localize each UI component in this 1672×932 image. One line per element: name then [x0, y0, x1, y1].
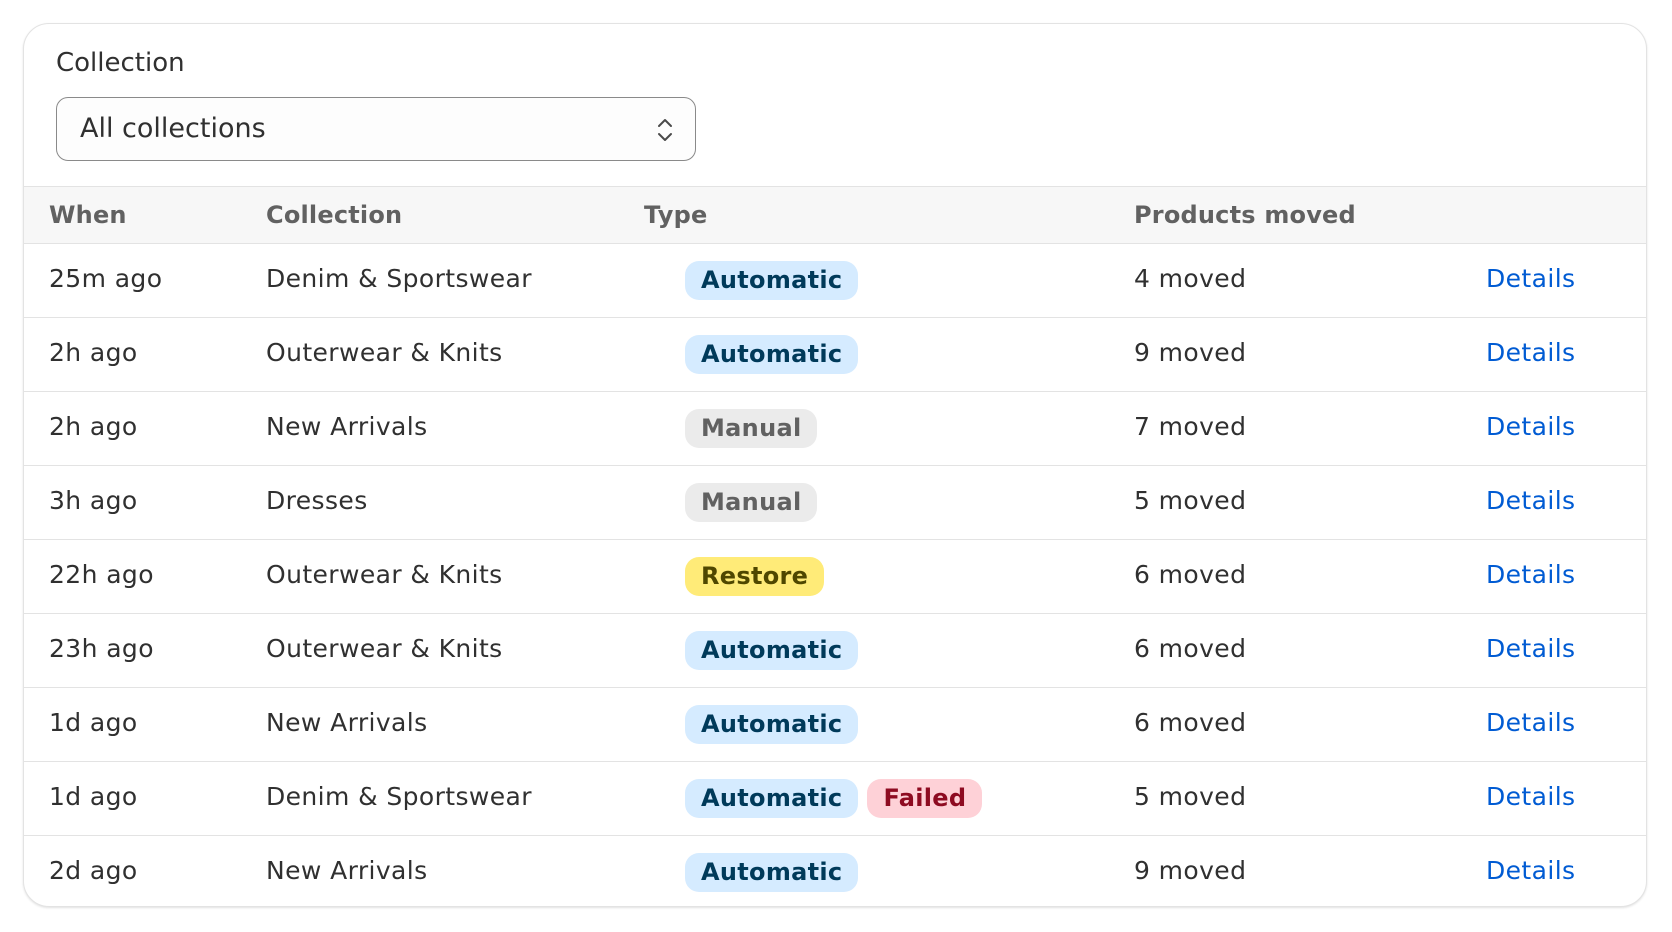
collection-cell: New Arrivals [266, 708, 428, 737]
automatic-badge: Automatic [685, 261, 859, 300]
table-row: 2d ago New Arrivals Automatic 9 moved Detail… [24, 836, 1646, 906]
collection-cell: Outerwear & Knits [266, 338, 503, 367]
manual-badge: Manual [685, 409, 818, 448]
type-cell: Manual [685, 409, 818, 448]
collection-select-value: All collections [80, 113, 266, 144]
details-link[interactable]: Details [1486, 338, 1575, 367]
type-cell: Automatic [685, 261, 859, 300]
table-row: 23h ago Outerwear & Knits Automatic 6 moved… [24, 614, 1646, 688]
automatic-badge: Automatic [685, 779, 859, 818]
type-cell: Automatic [685, 705, 859, 744]
collection-cell: New Arrivals [266, 856, 428, 885]
details-link[interactable]: Details [1486, 782, 1575, 811]
type-cell: Automatic [685, 335, 859, 374]
type-badges: Manual [685, 409, 818, 448]
header-products-moved: Products moved [1134, 201, 1356, 229]
table-row: 1d ago Denim & Sportswear Automatic Failed 5… [24, 762, 1646, 836]
table-row: 2h ago Outerwear & Knits Automatic 9 moved D… [24, 318, 1646, 392]
products-moved-cell: 4 moved [1134, 264, 1247, 293]
type-cell: Manual [685, 483, 818, 522]
table-header: When Collection Type Products moved [24, 186, 1646, 244]
table-row: 25m ago Denim & Sportswear Automatic 4 move… [24, 244, 1646, 318]
collection-cell: Outerwear & Knits [266, 634, 503, 663]
when-cell: 1d ago [49, 708, 138, 737]
products-moved-cell: 9 moved [1134, 338, 1247, 367]
details-link[interactable]: Details [1486, 708, 1575, 737]
type-cell: Automatic [685, 853, 859, 892]
type-cell: Automatic [685, 631, 859, 670]
when-cell: 2h ago [49, 412, 138, 441]
details-link[interactable]: Details [1486, 486, 1575, 515]
automatic-badge: Automatic [685, 335, 859, 374]
type-badges: Automatic Failed [685, 779, 983, 818]
type-badges: Automatic [685, 853, 859, 892]
collection-filter-label: Collection [56, 48, 185, 78]
products-moved-cell: 6 moved [1134, 708, 1247, 737]
table-row: 22h ago Outerwear & Knits Restore 6 moved De… [24, 540, 1646, 614]
automatic-badge: Automatic [685, 705, 859, 744]
table-body: 25m ago Denim & Sportswear Automatic 4 move… [24, 244, 1646, 906]
table-row: 2h ago New Arrivals Manual 7 moved Details [24, 392, 1646, 466]
failed-badge: Failed [867, 779, 983, 818]
collection-history-card: Collection All collections When Collecti… [23, 23, 1647, 907]
details-link[interactable]: Details [1486, 856, 1575, 885]
details-link[interactable]: Details [1486, 412, 1575, 441]
automatic-badge: Automatic [685, 853, 859, 892]
type-badges: Automatic [685, 261, 859, 300]
when-cell: 2d ago [49, 856, 138, 885]
products-moved-cell: 5 moved [1134, 486, 1247, 515]
when-cell: 23h ago [49, 634, 154, 663]
header-collection: Collection [266, 201, 403, 229]
type-cell: Automatic Failed [685, 779, 983, 818]
type-badges: Restore [685, 557, 825, 596]
collection-cell: Outerwear & Knits [266, 560, 503, 589]
table-row: 1d ago New Arrivals Automatic 6 moved Detail… [24, 688, 1646, 762]
collection-cell: New Arrivals [266, 412, 428, 441]
type-badges: Automatic [685, 631, 859, 670]
table-row: 3h ago Dresses Manual 5 moved Details [24, 466, 1646, 540]
details-link[interactable]: Details [1486, 264, 1575, 293]
type-cell: Restore [685, 557, 825, 596]
products-moved-cell: 6 moved [1134, 634, 1247, 663]
details-link[interactable]: Details [1486, 634, 1575, 663]
collection-cell: Denim & Sportswear [266, 264, 532, 293]
type-badges: Manual [685, 483, 818, 522]
when-cell: 25m ago [49, 264, 163, 293]
collection-cell: Denim & Sportswear [266, 782, 532, 811]
manual-badge: Manual [685, 483, 818, 522]
when-cell: 1d ago [49, 782, 138, 811]
when-cell: 2h ago [49, 338, 138, 367]
collection-select[interactable]: All collections [56, 97, 696, 161]
products-moved-cell: 9 moved [1134, 856, 1247, 885]
type-badges: Automatic [685, 705, 859, 744]
header-type: Type [644, 201, 708, 229]
header-when: When [49, 201, 127, 229]
details-link[interactable]: Details [1486, 560, 1575, 589]
products-moved-cell: 6 moved [1134, 560, 1247, 589]
when-cell: 22h ago [49, 560, 154, 589]
chevron-up-down-icon [658, 119, 672, 141]
products-moved-cell: 7 moved [1134, 412, 1247, 441]
collection-cell: Dresses [266, 486, 368, 515]
restore-badge: Restore [685, 557, 825, 596]
when-cell: 3h ago [49, 486, 138, 515]
automatic-badge: Automatic [685, 631, 859, 670]
products-moved-cell: 5 moved [1134, 782, 1247, 811]
history-table: When Collection Type Products moved 25m … [24, 186, 1646, 906]
type-badges: Automatic [685, 335, 859, 374]
